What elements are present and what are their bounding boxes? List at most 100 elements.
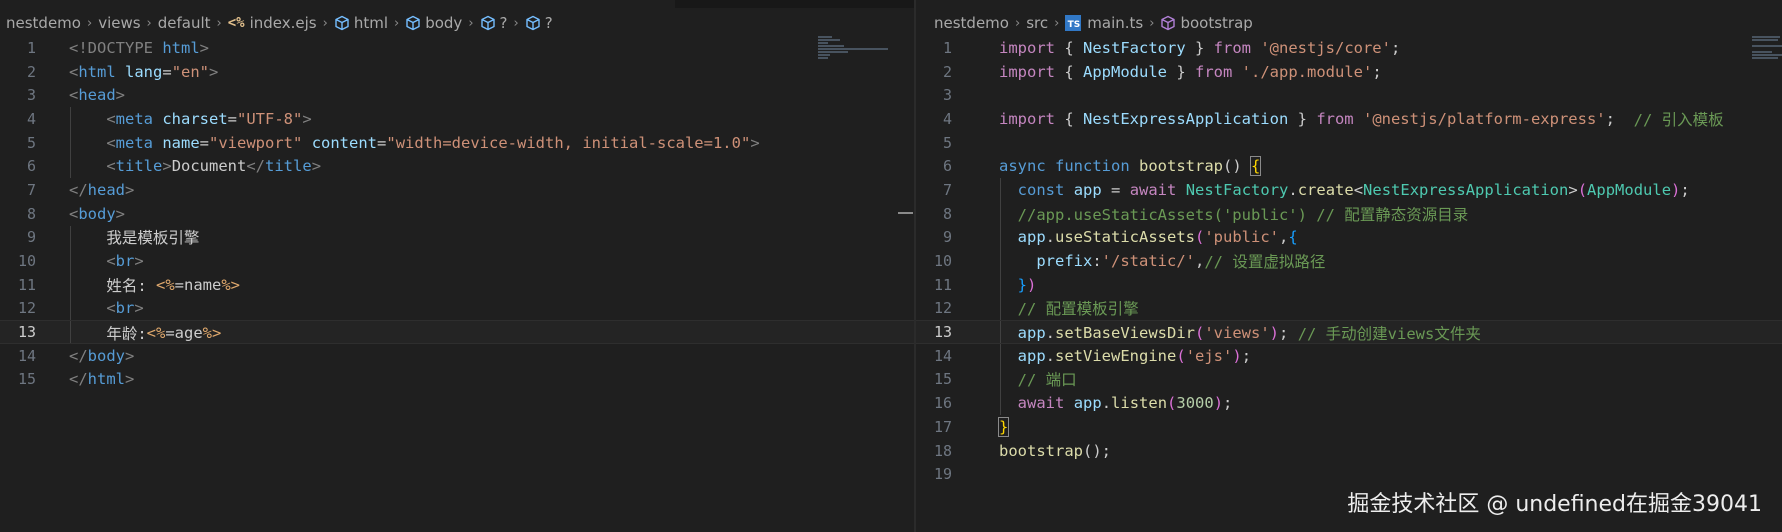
code-token: ) [1269, 324, 1280, 343]
element-cube-icon [405, 15, 421, 31]
code-line[interactable]: 11 姓名: <% =name %> [0, 272, 914, 297]
code-token: br [115, 252, 135, 271]
chevron-right-icon: › [468, 15, 474, 31]
breadcrumb-item[interactable]: body [405, 14, 462, 32]
code-line[interactable]: 5 [916, 131, 1782, 155]
line-number: 8 [942, 204, 952, 223]
right-editor[interactable]: nestdemo › src › TS main.ts › bootstrap … [916, 0, 1782, 532]
code-token: 姓名: [69, 276, 156, 295]
line-text: import { NestFactory } from '@nestjs/cor… [999, 36, 1400, 60]
code-line[interactable]: 10 < br > [0, 249, 914, 273]
breadcrumb-item[interactable]: TS main.ts [1065, 14, 1143, 32]
code-token: . [1288, 180, 1298, 199]
code-line[interactable]: 15 // 端口 [916, 367, 1782, 392]
code-line[interactable]: 3 < head > [0, 83, 914, 107]
breadcrumb-item[interactable]: ? [480, 14, 507, 32]
line-number: 17 [933, 417, 952, 436]
code-token: > [125, 370, 135, 389]
line-text: // 端口 [999, 368, 1077, 392]
code-token: create [1297, 180, 1354, 199]
code-token: content [311, 133, 378, 152]
code-token: = [199, 133, 210, 152]
code-line[interactable]: 4 < meta charset = "UTF-8" > [0, 107, 914, 131]
left-editor[interactable]: nestdemo › views › default › <% index.ej… [0, 0, 914, 532]
code-token: // 引入模板 [1633, 110, 1724, 129]
code-token: meta [115, 109, 153, 128]
code-token: from [1195, 62, 1233, 81]
code-line[interactable]: 14 </body > [0, 344, 914, 368]
code-token: app [1017, 346, 1046, 365]
breadcrumb-item[interactable]: bootstrap [1160, 14, 1253, 32]
code-line[interactable]: 15 </html > [0, 368, 914, 392]
code-line[interactable]: 1 <!DOCTYPE html > [0, 36, 914, 60]
line-number: 9 [942, 228, 952, 247]
code-line[interactable]: 2 < html lang = "en" > [0, 60, 914, 84]
code-line[interactable]: 9 app. useStaticAssets('public',{ [916, 225, 1782, 250]
line-text: } [997, 415, 1010, 439]
code-line[interactable]: 13 年龄: <% =age %> [0, 320, 914, 344]
code-line[interactable]: 17} [916, 415, 1782, 439]
code-token: useStaticAssets [1055, 228, 1195, 247]
code-token: > [134, 252, 144, 271]
code-line[interactable]: 14 app. setViewEngine('ejs'); [916, 343, 1782, 368]
breadcrumb-item[interactable]: default [158, 14, 211, 32]
code-line[interactable]: 5 < meta name = "viewport" content = "width=d… [0, 130, 914, 155]
code-token: app [1073, 180, 1102, 199]
code-line[interactable]: 11 }) [916, 272, 1782, 297]
code-line[interactable]: 8 < body > [0, 202, 914, 226]
code-line[interactable]: 18 bootstrap (); [916, 439, 1782, 463]
breadcrumb-label: html [353, 14, 388, 32]
breadcrumb-item[interactable]: nestdemo [6, 14, 81, 32]
code-line[interactable]: 4 import { NestExpressApplication } from … [916, 107, 1782, 131]
code-line[interactable]: 12 // 配置模板引擎 [916, 296, 1782, 321]
code-token: await [1017, 394, 1065, 413]
code-line[interactable]: 8 //app.useStaticAssets('public') // 配置静… [916, 201, 1782, 226]
breadcrumb-item[interactable]: ? [525, 14, 553, 32]
code-line[interactable]: 1 import { NestFactory } from '@nestjs/co… [916, 36, 1782, 60]
code-line[interactable]: 10 prefix: '/static/',// 设置虚拟路径 [916, 249, 1782, 273]
left-tab-strip [0, 0, 914, 8]
code-line[interactable]: 2 import { AppModule } from './app.module… [916, 60, 1782, 84]
breadcrumb-item[interactable]: nestdemo [934, 14, 1009, 32]
chevron-right-icon: › [1054, 15, 1060, 31]
line-number: 4 [942, 109, 952, 128]
left-code-area[interactable]: 1 <!DOCTYPE html >2 < html lang = "en" >3 < head >… [0, 36, 914, 391]
code-line[interactable]: 12 < br > [0, 296, 914, 321]
code-line[interactable]: 7 </head > [0, 178, 914, 202]
line-text: import { NestExpressApplication } from '… [999, 107, 1724, 131]
right-minimap[interactable] [1752, 36, 1782, 62]
line-number: 1 [942, 38, 952, 57]
code-token: , [1195, 252, 1205, 271]
breadcrumb-label: index.ejs [249, 14, 317, 32]
code-token: ; [1680, 180, 1690, 199]
breadcrumb-item[interactable]: <% index.ejs [228, 14, 317, 32]
code-token: Document [171, 157, 247, 176]
code-line[interactable]: 6 < title > Document </title > [0, 154, 914, 179]
code-line[interactable]: 7 const app = await NestFactory. create < N… [916, 178, 1782, 202]
sash-handle[interactable] [898, 212, 913, 214]
breadcrumb-item[interactable]: src [1026, 14, 1048, 32]
code-line[interactable]: 9 我是模板引擎 [0, 225, 914, 250]
code-token: 3000 [1176, 394, 1214, 413]
code-token: , [1279, 228, 1289, 247]
breadcrumb-item[interactable]: views [98, 14, 140, 32]
line-text: </html > [69, 368, 134, 392]
code-token: "en" [171, 62, 210, 81]
right-code-area[interactable]: 1 import { NestFactory } from '@nestjs/co… [916, 36, 1782, 486]
code-token: . [1045, 346, 1056, 365]
code-line[interactable]: 6 async function bootstrap() { [916, 154, 1782, 178]
code-line[interactable]: 3 [916, 83, 1782, 107]
code-line[interactable]: 16 await app. listen(3000); [916, 391, 1782, 415]
breadcrumb-item[interactable]: html [334, 14, 388, 32]
code-line[interactable]: 19 [916, 462, 1782, 486]
left-minimap[interactable] [818, 36, 896, 62]
element-cube-icon [334, 15, 350, 31]
code-line[interactable]: 13 app. setBaseViewsDir('views'); // 手动创建… [916, 320, 1782, 344]
line-text: < body > [69, 202, 125, 226]
code-token: bootstrap [1139, 157, 1224, 176]
